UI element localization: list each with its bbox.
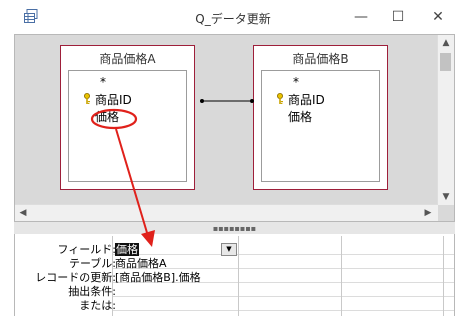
field-dropdown-button[interactable]: ▼ (221, 243, 237, 256)
splitter-grip: ▪▪▪▪▪▪▪▪ (212, 224, 257, 233)
all-fields-item[interactable]: * (100, 75, 106, 89)
vertical-scrollbar[interactable]: ▲ ▼ (437, 35, 454, 205)
close-button[interactable]: ✕ (424, 6, 452, 28)
scroll-thumb[interactable] (440, 53, 451, 71)
primary-key-icon (277, 93, 283, 104)
pane-splitter[interactable]: ▪▪▪▪▪▪▪▪ (14, 222, 455, 234)
grid-column-divider (341, 236, 342, 316)
table-box-b[interactable]: 商品価格B * 商品ID 価格 (253, 45, 388, 190)
design-grid-pane: フィールド: テーブル: レコードの更新: 抽出条件: または: 価格 ▼ 商品… (14, 234, 455, 316)
grid-row-divider (113, 296, 454, 297)
minimize-button[interactable]: — (347, 6, 375, 28)
primary-key-icon (84, 93, 90, 104)
table-title: 商品価格A (99, 52, 156, 66)
table-design-area: 商品価格A * 商品ID 価格 商品価格B * 商品ID 価格 ▲ ▼ ◀ ▶ (14, 34, 455, 222)
update-to-cell[interactable]: [商品価格B].価格 (115, 269, 201, 285)
scroll-down-arrow[interactable]: ▼ (438, 189, 454, 205)
table-box-a[interactable]: 商品価格A * 商品ID 価格 (60, 45, 195, 190)
grid-column-divider (238, 236, 239, 316)
field-item[interactable]: 商品ID (288, 91, 325, 108)
grid-row-divider (113, 310, 454, 311)
query-design-window: Q_データ更新 — ☐ ✕ 商品価格A * 商品ID 価格 商品価格B * 商品… (0, 0, 466, 316)
grid-column-divider (443, 236, 444, 316)
query-grid: 価格 ▼ 商品価格A [商品価格B].価格 (112, 236, 454, 316)
table-title: 商品価格B (292, 52, 349, 66)
field-item[interactable]: 価格 (95, 108, 119, 125)
field-item[interactable]: 価格 (288, 108, 312, 125)
scroll-right-arrow[interactable]: ▶ (420, 205, 436, 221)
horizontal-scrollbar[interactable]: ◀ ▶ (15, 204, 438, 221)
field-list: * 商品ID 価格 (68, 70, 187, 182)
scroll-up-arrow[interactable]: ▲ (438, 35, 454, 51)
row-label-or: または: (79, 299, 116, 312)
field-list: * 商品ID 価格 (261, 70, 380, 182)
maximize-button[interactable]: ☐ (384, 6, 412, 28)
all-fields-item[interactable]: * (293, 75, 299, 89)
title-bar: Q_データ更新 — ☐ ✕ (0, 0, 466, 34)
field-item[interactable]: 商品ID (95, 91, 132, 108)
scroll-left-arrow[interactable]: ◀ (15, 205, 31, 221)
